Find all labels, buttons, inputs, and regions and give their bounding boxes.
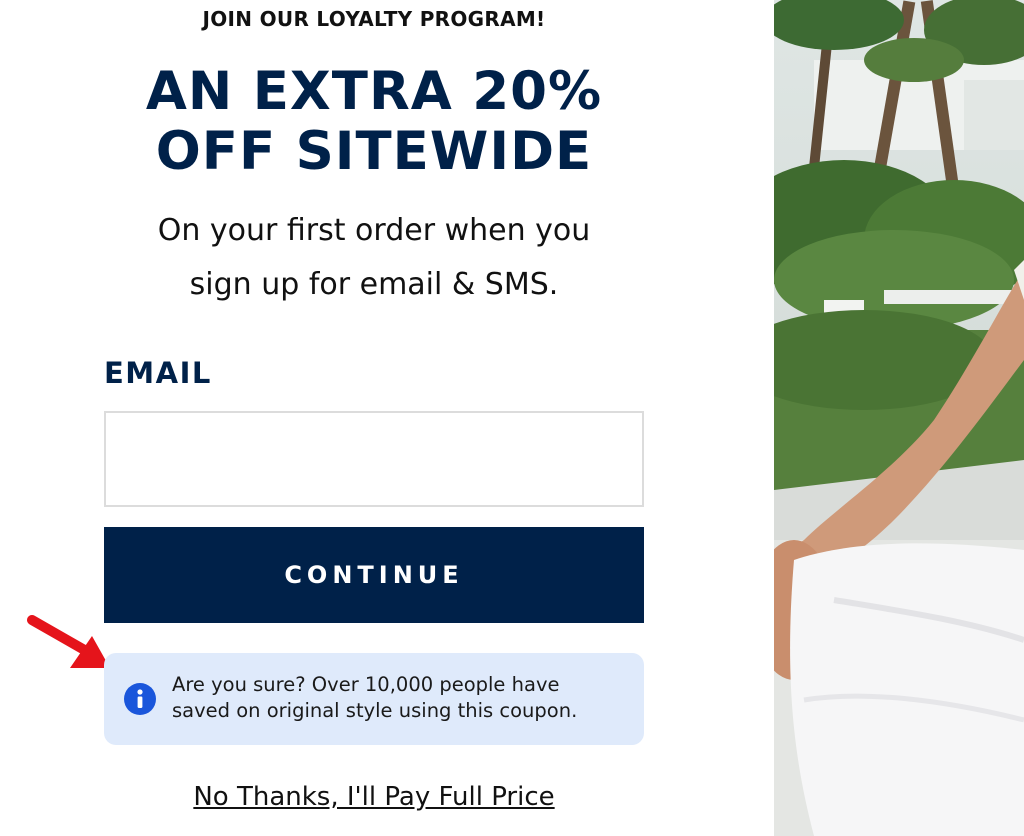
headline: AN EXTRA 20% OFF SITEWIDE <box>0 62 748 182</box>
signup-modal-panel: JOIN OUR LOYALTY PROGRAM! AN EXTRA 20% O… <box>0 0 774 836</box>
continue-button[interactable]: CONTINUE <box>104 527 644 623</box>
info-icon <box>124 683 156 715</box>
confirmation-notice: Are you sure? Over 10,000 people have sa… <box>104 653 644 745</box>
subhead-line-2: sign up for email & SMS. <box>189 267 559 302</box>
email-field[interactable] <box>104 411 644 507</box>
subhead-line-1: On your first order when you <box>157 213 591 248</box>
headline-line-1: AN EXTRA 20% <box>145 61 603 122</box>
decline-offer-link[interactable]: No Thanks, I'll Pay Full Price <box>0 782 748 812</box>
headline-line-2: OFF SITEWIDE <box>155 121 593 182</box>
email-label: EMAIL <box>104 356 212 390</box>
lifestyle-photo-image <box>774 0 1024 836</box>
notice-line-1: Are you sure? Over 10,000 people have <box>172 673 560 696</box>
notice-text: Are you sure? Over 10,000 people have sa… <box>172 672 638 724</box>
subheadline: On your first order when you sign up for… <box>0 204 748 312</box>
notice-line-2: saved on original style using this coupo… <box>172 699 578 722</box>
promo-photo <box>774 0 1024 836</box>
eyebrow-text: JOIN OUR LOYALTY PROGRAM! <box>202 7 546 31</box>
